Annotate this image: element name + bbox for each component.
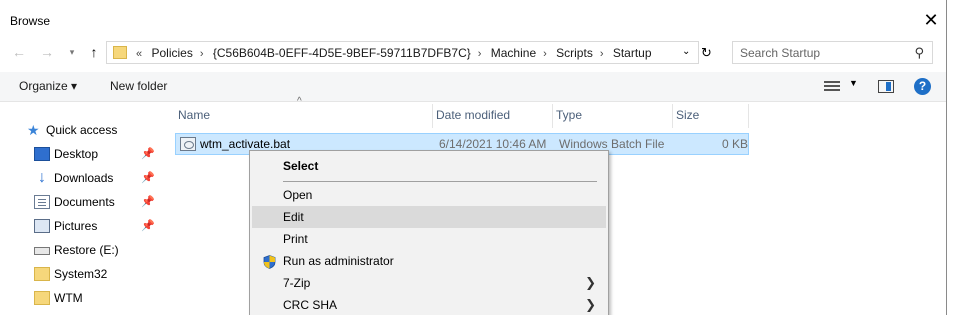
close-button[interactable]: ✕ xyxy=(921,10,941,30)
column-headers: ^ Name Date modified Type Size xyxy=(175,96,935,128)
menu-separator xyxy=(283,181,597,182)
menu-item-label: Run as administrator xyxy=(283,254,394,268)
star-icon: ★ xyxy=(27,122,40,138)
recent-locations-button[interactable]: ▾ xyxy=(63,43,81,61)
sidebar-item-documents[interactable]: Documents 📌 xyxy=(0,191,165,213)
title-bar: Browse ✕ xyxy=(0,0,946,38)
sidebar-item-label: Documents xyxy=(54,195,115,209)
navigation-bar: ← → ▾ ↑ « Policies › {C56B604B-0EFF-4D5E-… xyxy=(0,40,946,66)
pin-icon: 📌 xyxy=(141,172,155,184)
chevron-down-icon: ▾ xyxy=(69,47,75,57)
context-menu: Select Open Edit Print Run as administra… xyxy=(249,150,609,315)
sidebar-item-quick-access[interactable]: ★ Quick access xyxy=(0,119,165,141)
sidebar-item-label: WTM xyxy=(54,291,83,305)
menu-item-run-as-administrator[interactable]: Run as administrator xyxy=(252,250,606,272)
sidebar-item-label: Downloads xyxy=(54,171,114,185)
search-input[interactable]: Search Startup ⚲ xyxy=(732,41,933,64)
search-icon[interactable]: ⚲ xyxy=(914,45,924,61)
command-bar: Organize ▾ New folder ▼ ? xyxy=(0,72,946,102)
sidebar-item-label: Restore (E:) xyxy=(54,243,119,257)
pictures-icon xyxy=(34,219,50,233)
breadcrumb-overflow[interactable]: « xyxy=(136,48,142,60)
chevron-right-icon[interactable]: › xyxy=(600,48,604,60)
uac-shield-icon xyxy=(263,255,276,269)
pin-icon: 📌 xyxy=(141,148,155,160)
folder-icon xyxy=(34,267,50,281)
column-header-name[interactable]: Name xyxy=(175,104,433,128)
sidebar-item-restore-drive[interactable]: Restore (E:) xyxy=(0,239,165,261)
column-header-type[interactable]: Type xyxy=(553,104,673,128)
sidebar-item-label: Desktop xyxy=(54,147,99,161)
sidebar-item-label: System32 xyxy=(54,267,108,281)
view-options-dropdown[interactable]: ▼ xyxy=(849,78,858,88)
sidebar-item-system32[interactable]: System32 xyxy=(0,263,165,285)
back-button[interactable]: ← xyxy=(10,43,28,61)
file-date-modified: 6/14/2021 10:46 AM xyxy=(439,137,547,151)
batch-file-icon xyxy=(180,137,196,151)
search-placeholder: Search Startup xyxy=(740,46,821,60)
sidebar-item-wtm[interactable]: WTM xyxy=(0,287,165,309)
menu-item-label: 7-Zip xyxy=(283,276,311,290)
desktop-icon xyxy=(34,147,50,161)
column-header-size[interactable]: Size xyxy=(673,104,749,128)
column-header-date-modified[interactable]: Date modified xyxy=(433,104,553,128)
chevron-right-icon[interactable]: › xyxy=(543,48,547,60)
breadcrumb-item[interactable]: {C56B604B-0EFF-4D5E-9BEF-59711B7DFB7C} xyxy=(213,46,471,60)
download-icon: ↓ xyxy=(38,169,46,186)
address-bar[interactable]: « Policies › {C56B604B-0EFF-4D5E-9BEF-597… xyxy=(106,41,699,64)
menu-item-select[interactable]: Select xyxy=(252,155,606,177)
change-view-icon[interactable] xyxy=(824,81,840,93)
submenu-arrow-icon: ❯ xyxy=(585,297,596,312)
arrow-up-icon: ↑ xyxy=(90,44,98,60)
sidebar-item-pictures[interactable]: Pictures 📌 xyxy=(0,215,165,237)
menu-item-print[interactable]: Print xyxy=(252,228,606,250)
breadcrumb-item[interactable]: Startup xyxy=(613,46,652,60)
new-folder-button[interactable]: New folder xyxy=(110,79,167,93)
arrow-left-icon: ← xyxy=(12,44,26,60)
menu-item-open[interactable]: Open xyxy=(252,184,606,206)
menu-item-edit[interactable]: Edit xyxy=(252,206,606,228)
window-title: Browse xyxy=(10,14,51,28)
preview-pane-icon[interactable] xyxy=(878,80,894,93)
file-type: Windows Batch File xyxy=(559,137,665,151)
refresh-button[interactable]: ↻ xyxy=(701,45,712,61)
forward-button[interactable]: → xyxy=(38,43,56,61)
browse-dialog: Browse ✕ ← → ▾ ↑ « Policies › {C56B604B-0… xyxy=(0,0,947,315)
sidebar-item-label: Pictures xyxy=(54,219,98,233)
file-size: 0 KB xyxy=(722,137,749,151)
file-name: wtm_activate.bat xyxy=(200,137,291,151)
arrow-right-icon: → xyxy=(40,44,54,60)
breadcrumb: « Policies › {C56B604B-0EFF-4D5E-9BEF-597… xyxy=(133,46,656,60)
organize-button[interactable]: Organize ▾ xyxy=(19,79,77,93)
help-icon[interactable]: ? xyxy=(914,78,931,95)
sidebar-item-desktop[interactable]: Desktop 📌 xyxy=(0,143,165,165)
pin-icon: 📌 xyxy=(141,220,155,232)
sidebar-item-downloads[interactable]: ↓ Downloads 📌 xyxy=(0,167,165,189)
navigation-pane: ★ Quick access Desktop 📌 ↓ Downloads 📌 D… xyxy=(0,103,165,315)
chevron-right-icon[interactable]: › xyxy=(478,48,482,60)
menu-item-crc-sha[interactable]: CRC SHA ❯ xyxy=(252,294,606,315)
chevron-right-icon[interactable]: › xyxy=(200,48,204,60)
submenu-arrow-icon: ❯ xyxy=(585,275,596,290)
menu-item-label: CRC SHA xyxy=(283,298,338,312)
breadcrumb-item[interactable]: Machine xyxy=(491,46,536,60)
breadcrumb-item[interactable]: Scripts xyxy=(556,46,593,60)
pin-icon: 📌 xyxy=(141,196,155,208)
address-dropdown-icon[interactable]: ⌄ xyxy=(682,46,690,57)
up-button[interactable]: ↑ xyxy=(85,43,103,61)
folder-icon xyxy=(113,46,127,59)
drive-icon xyxy=(34,247,50,255)
breadcrumb-item[interactable]: Policies xyxy=(151,46,192,60)
menu-item-7-zip[interactable]: 7-Zip ❯ xyxy=(252,272,606,294)
folder-icon xyxy=(34,291,50,305)
documents-icon xyxy=(34,195,50,209)
sidebar-item-label: Quick access xyxy=(46,123,118,137)
refresh-icon: ↻ xyxy=(701,45,712,60)
